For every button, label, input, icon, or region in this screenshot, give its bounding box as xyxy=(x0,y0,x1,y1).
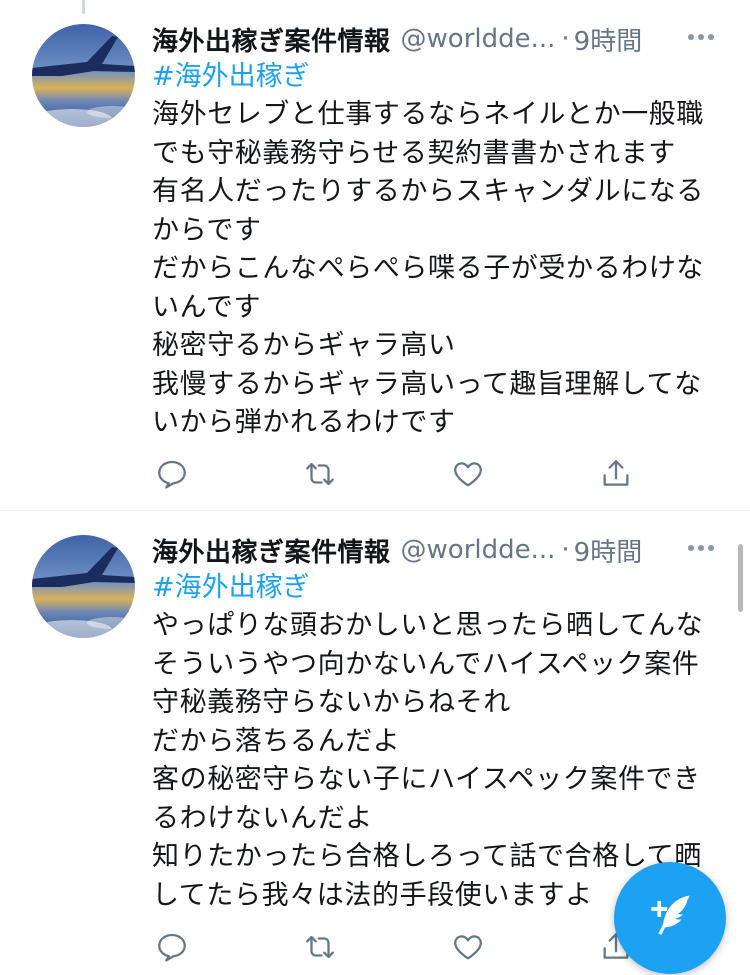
tweet-text-line: からです xyxy=(152,214,262,246)
tweet-text-line: 客の秘密守らない子にハイスペック案件でき xyxy=(152,764,701,795)
hashtag-link[interactable]: #海外出稼ぎ xyxy=(152,569,310,607)
tweet-actions xyxy=(152,927,632,967)
separator-dot: · xyxy=(561,24,570,54)
scrollbar-thumb[interactable] xyxy=(738,544,743,612)
more-options-icon[interactable] xyxy=(688,545,714,551)
tweet-text-line: 海外セレブと仕事するならネイルとか一般職 xyxy=(152,99,704,130)
tweet-text-line: いんです xyxy=(152,291,262,323)
tweet-header: 海外出稼ぎ案件情報 @worldde... · 9時間 xyxy=(152,20,722,58)
tweet-header: 海外出稼ぎ案件情報 @worldde... · 9時間 xyxy=(152,531,722,569)
user-handle[interactable]: @worldde... xyxy=(401,24,556,54)
timeline-feed: 海外出稼ぎ案件情報 @worldde... · 9時間 #海外出稼ぎ 海外セレブ… xyxy=(0,0,750,975)
retweet-icon[interactable] xyxy=(300,454,340,494)
share-icon[interactable] xyxy=(596,454,636,494)
user-handle[interactable]: @worldde... xyxy=(401,535,556,565)
tweet[interactable]: 海外出稼ぎ案件情報 @worldde... · 9時間 #海外出稼ぎ 海外セレブ… xyxy=(0,0,750,510)
retweet-icon[interactable] xyxy=(300,927,340,967)
like-icon[interactable] xyxy=(448,454,488,494)
tweet-text-line: 有名人だったりするからスキャンダルになる xyxy=(152,176,704,207)
tweet-text-line: いから弾かれるわけです xyxy=(152,407,456,438)
compose-tweet-icon xyxy=(642,888,698,948)
tweet-text-line: そういうやつ向かないんでハイスペック案件 xyxy=(152,648,700,680)
tweet-text-line: 秘密守るからギャラ高い xyxy=(152,330,456,361)
tweet-text-line: だからこんなぺらぺら喋る子が受かるわけな xyxy=(152,253,704,284)
avatar[interactable] xyxy=(32,24,135,127)
tweet-text-line: るわけないんだよ xyxy=(152,802,373,834)
tweet-text: 海外セレブと仕事するならネイルとか一般職 でも守秘義務守らせる契約書書かされます… xyxy=(152,96,732,443)
tweet-text-line: 守秘義務守らないからねそれ xyxy=(152,687,511,718)
reply-icon[interactable] xyxy=(152,927,192,967)
like-icon[interactable] xyxy=(448,927,488,967)
separator-dot: · xyxy=(561,535,570,565)
avatar[interactable] xyxy=(32,535,135,638)
hashtag-link[interactable]: #海外出稼ぎ xyxy=(152,58,310,96)
tweet-actions xyxy=(152,454,632,494)
tweet-text-line: やっぱりな頭おかしいと思ったら晒してんな xyxy=(152,610,704,641)
reply-icon[interactable] xyxy=(152,454,192,494)
timestamp[interactable]: 9時間 xyxy=(574,21,643,58)
timestamp[interactable]: 9時間 xyxy=(574,532,643,569)
more-options-icon[interactable] xyxy=(688,34,714,40)
tweet-text-line: だから落ちるんだよ xyxy=(152,725,401,757)
tweet-text-line: でも守秘義務守らせる契約書書かされます xyxy=(152,137,676,169)
compose-tweet-button[interactable] xyxy=(614,862,726,974)
display-name[interactable]: 海外出稼ぎ案件情報 xyxy=(152,21,391,58)
tweet-text-line: 我慢するからギャラ高いって趣旨理解してな xyxy=(152,368,702,400)
display-name[interactable]: 海外出稼ぎ案件情報 xyxy=(152,532,391,569)
